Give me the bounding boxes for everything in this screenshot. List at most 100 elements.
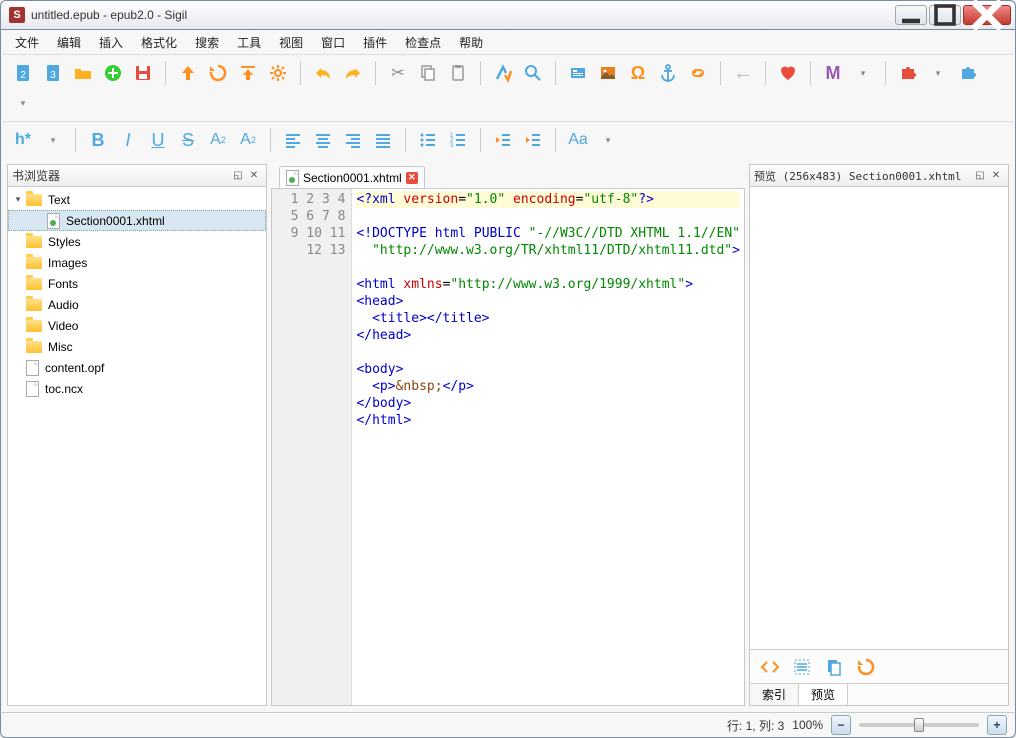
case-dropdown-icon[interactable]: ▾ bbox=[594, 126, 622, 154]
preview-tab-index[interactable]: 索引 bbox=[750, 684, 799, 705]
subscript-icon[interactable]: A2 bbox=[204, 126, 232, 154]
preview-tab-preview[interactable]: 预览 bbox=[799, 684, 848, 705]
puzzle-icon[interactable] bbox=[894, 59, 922, 87]
puzzle2-icon[interactable] bbox=[954, 59, 982, 87]
reload-icon[interactable] bbox=[852, 653, 880, 681]
doc2-icon[interactable]: 2 bbox=[9, 59, 37, 87]
panel-close-icon[interactable]: ✕ bbox=[246, 168, 262, 184]
align-center-icon[interactable] bbox=[309, 126, 337, 154]
tree-item[interactable]: Images bbox=[8, 252, 266, 273]
up-arrow-icon[interactable] bbox=[174, 59, 202, 87]
code-editor[interactable]: 1 2 3 4 5 6 7 8 9 10 11 12 13 <?xml vers… bbox=[271, 188, 745, 706]
bold-icon[interactable]: B bbox=[84, 126, 112, 154]
tree-item[interactable]: ▾Text bbox=[8, 189, 266, 210]
tree-item-label: Audio bbox=[48, 298, 79, 312]
xhtml-file-icon bbox=[47, 213, 60, 229]
tab-close-icon[interactable]: ✕ bbox=[406, 172, 418, 184]
menu-tools[interactable]: 工具 bbox=[229, 32, 269, 53]
close-button[interactable] bbox=[963, 5, 1011, 25]
tree-item[interactable]: Audio bbox=[8, 294, 266, 315]
refresh-icon[interactable] bbox=[204, 59, 232, 87]
save-icon[interactable] bbox=[129, 59, 157, 87]
bullet-list-icon[interactable] bbox=[414, 126, 442, 154]
menu-window[interactable]: 窗口 bbox=[313, 32, 353, 53]
tree-item-label: Images bbox=[48, 256, 87, 270]
zoom-in-button[interactable]: + bbox=[987, 715, 1007, 735]
zoom-level: 100% bbox=[792, 718, 823, 732]
top-icon[interactable] bbox=[234, 59, 262, 87]
svg-text:3: 3 bbox=[450, 143, 454, 149]
format-toolbar: h* ▾ B I U S A2 A2 123 Aa ▾ bbox=[0, 121, 1016, 158]
heading-icon[interactable]: h* bbox=[9, 126, 37, 154]
open-folder-icon[interactable] bbox=[69, 59, 97, 87]
zoom-out-button[interactable]: − bbox=[831, 715, 851, 735]
superscript-icon[interactable]: A2 bbox=[234, 126, 262, 154]
select-icon[interactable] bbox=[788, 653, 816, 681]
heart-icon[interactable] bbox=[774, 59, 802, 87]
menu-help[interactable]: 帮助 bbox=[451, 32, 491, 53]
redo-icon[interactable] bbox=[339, 59, 367, 87]
puzzle2-dropdown-icon[interactable]: ▾ bbox=[9, 89, 37, 117]
indent-icon[interactable] bbox=[519, 126, 547, 154]
cut-icon[interactable]: ✂ bbox=[384, 59, 412, 87]
tree-item[interactable]: Section0001.xhtml bbox=[8, 210, 266, 231]
editor-tab[interactable]: Section0001.xhtml ✕ bbox=[279, 166, 425, 188]
tree-item-label: Text bbox=[48, 193, 70, 207]
maximize-button[interactable] bbox=[929, 5, 961, 25]
menu-checkpoint[interactable]: 检查点 bbox=[397, 32, 449, 53]
tree-item[interactable]: Video bbox=[8, 315, 266, 336]
image-icon[interactable] bbox=[594, 59, 622, 87]
tree-item-label: content.opf bbox=[45, 361, 104, 375]
preview-close-icon[interactable]: ✕ bbox=[988, 168, 1004, 184]
omega-icon[interactable]: Ω bbox=[624, 59, 652, 87]
undo-icon[interactable] bbox=[309, 59, 337, 87]
strike-icon[interactable]: S bbox=[174, 126, 202, 154]
search-icon[interactable] bbox=[519, 59, 547, 87]
tree-item[interactable]: toc.ncx bbox=[8, 378, 266, 399]
underline-icon[interactable]: U bbox=[144, 126, 172, 154]
zoom-slider[interactable] bbox=[859, 723, 979, 727]
preview-float-icon[interactable]: ◱ bbox=[972, 168, 988, 184]
minimize-button[interactable] bbox=[895, 5, 927, 25]
case-icon[interactable]: Aa bbox=[564, 126, 592, 154]
menu-format[interactable]: 格式化 bbox=[133, 32, 185, 53]
copy-icon[interactable] bbox=[414, 59, 442, 87]
tree-item[interactable]: Styles bbox=[8, 231, 266, 252]
add-icon[interactable] bbox=[99, 59, 127, 87]
paste-icon[interactable] bbox=[444, 59, 472, 87]
puzzle-dropdown-icon[interactable]: ▾ bbox=[924, 59, 952, 87]
folder-icon bbox=[26, 278, 42, 290]
preview-panel: 预览 (256x483) Section0001.xhtml ◱ ✕ 索引 预览 bbox=[749, 164, 1009, 706]
align-justify-icon[interactable] bbox=[369, 126, 397, 154]
folder-icon bbox=[26, 236, 42, 248]
validate-icon[interactable] bbox=[489, 59, 517, 87]
align-left-icon[interactable] bbox=[279, 126, 307, 154]
anchor-icon[interactable] bbox=[654, 59, 682, 87]
menu-insert[interactable]: 插入 bbox=[91, 32, 131, 53]
tree-item[interactable]: Fonts bbox=[8, 273, 266, 294]
tree-item[interactable]: content.opf bbox=[8, 357, 266, 378]
italic-icon[interactable]: I bbox=[114, 126, 142, 154]
menu-view[interactable]: 视图 bbox=[271, 32, 311, 53]
outdent-icon[interactable] bbox=[489, 126, 517, 154]
book-browser-tree[interactable]: ▾TextSection0001.xhtmlStyles Images Fonts A… bbox=[8, 187, 266, 705]
menu-edit[interactable]: 编辑 bbox=[49, 32, 89, 53]
menu-plugins[interactable]: 插件 bbox=[355, 32, 395, 53]
tree-item[interactable]: Misc bbox=[8, 336, 266, 357]
code-view-icon[interactable] bbox=[756, 653, 784, 681]
align-right-icon[interactable] bbox=[339, 126, 367, 154]
back-icon[interactable]: ← bbox=[729, 59, 757, 87]
gear-icon[interactable] bbox=[264, 59, 292, 87]
m-dropdown-icon[interactable]: ▾ bbox=[849, 59, 877, 87]
m-icon[interactable]: M bbox=[819, 59, 847, 87]
code-content[interactable]: <?xml version="1.0" encoding="utf-8"?> <… bbox=[352, 189, 744, 705]
panel-float-icon[interactable]: ◱ bbox=[230, 168, 246, 184]
menu-search[interactable]: 搜索 bbox=[187, 32, 227, 53]
link-icon[interactable] bbox=[684, 59, 712, 87]
heading-dropdown-icon[interactable]: ▾ bbox=[39, 126, 67, 154]
metadata-icon[interactable] bbox=[564, 59, 592, 87]
copy-page-icon[interactable] bbox=[820, 653, 848, 681]
doc3-icon[interactable]: 3 bbox=[39, 59, 67, 87]
menu-file[interactable]: 文件 bbox=[7, 32, 47, 53]
number-list-icon[interactable]: 123 bbox=[444, 126, 472, 154]
